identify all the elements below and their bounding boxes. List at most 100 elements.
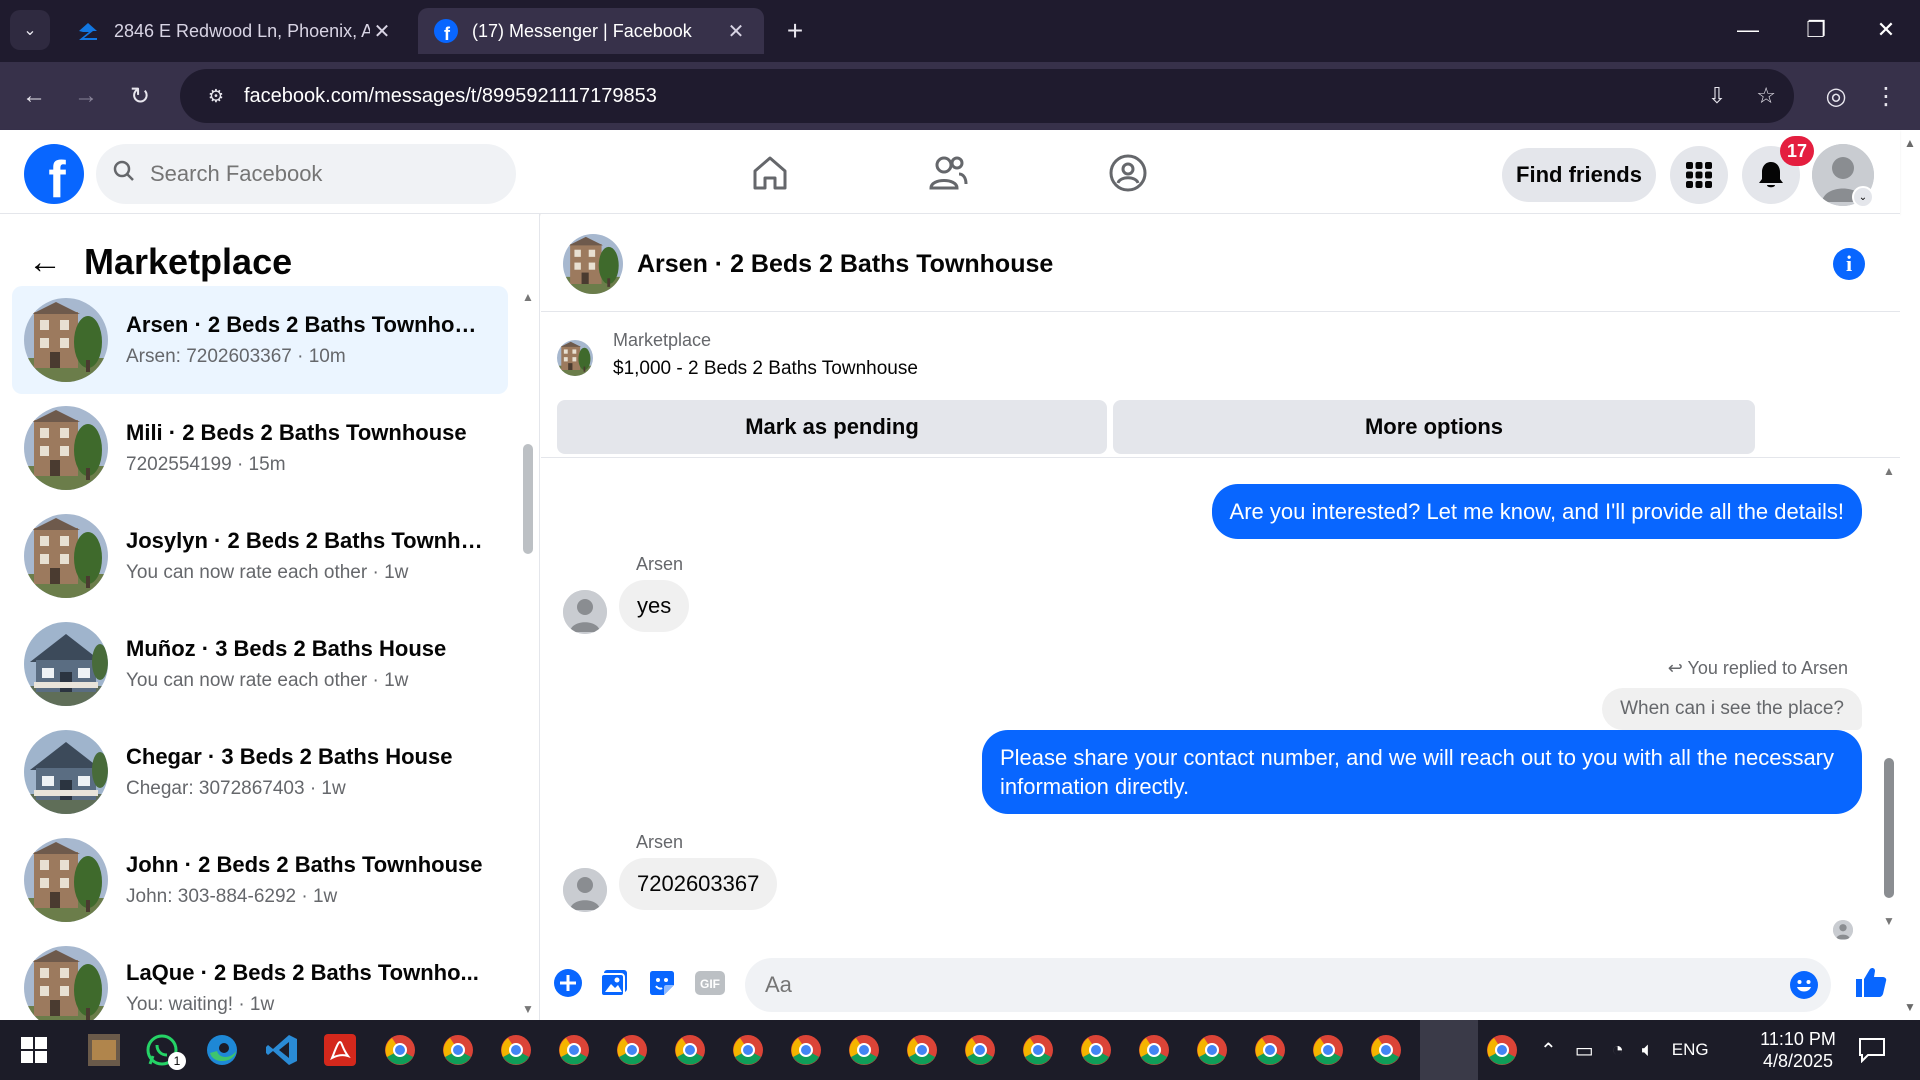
windows-start-icon[interactable] — [14, 1030, 54, 1070]
conversation-item[interactable]: Muñoz · 3 Beds 2 Baths House You can now … — [12, 610, 508, 718]
chrome-icon[interactable] — [1134, 1030, 1174, 1070]
incoming-message[interactable]: 7202603367 — [619, 858, 778, 910]
chrome-icon[interactable] — [844, 1030, 884, 1070]
listing-thumbnail[interactable] — [557, 340, 593, 376]
new-tab-button[interactable]: + — [778, 14, 812, 48]
chrome-icon[interactable] — [1308, 1030, 1348, 1070]
scroll-up-arrow[interactable]: ▲ — [522, 290, 534, 304]
conversation-item[interactable]: Mili · 2 Beds 2 Baths Townhouse 720255419… — [12, 394, 508, 502]
sender-avatar[interactable] — [563, 590, 607, 634]
reload-icon[interactable]: ↻ — [120, 76, 160, 116]
search-input[interactable] — [150, 161, 490, 187]
chat-scrollbar[interactable]: ▲ ▼ — [1879, 458, 1897, 928]
plus-circle-icon[interactable] — [551, 966, 585, 1000]
gif-icon[interactable]: GIF — [693, 966, 727, 1000]
page-scroll-down-arrow[interactable]: ▼ — [1900, 1000, 1920, 1020]
facebook-logo-icon[interactable]: f — [24, 144, 84, 204]
install-app-icon[interactable]: ⇩ — [1708, 83, 1726, 109]
chat-title[interactable]: Arsen · 2 Beds 2 Baths Townhouse — [637, 250, 1053, 279]
acrobat-icon[interactable] — [320, 1030, 360, 1070]
chrome-icon[interactable] — [1192, 1030, 1232, 1070]
vscode-icon[interactable] — [262, 1030, 302, 1070]
address-bar[interactable]: ⚙ facebook.com/messages/t/89959211171798… — [180, 69, 1794, 123]
scroll-down-arrow[interactable]: ▼ — [1883, 914, 1895, 928]
chrome-icon[interactable] — [1076, 1030, 1116, 1070]
chrome-icon[interactable] — [380, 1030, 420, 1070]
scroll-up-arrow[interactable]: ▲ — [1883, 464, 1895, 478]
conversation-item[interactable]: Chegar · 3 Beds 2 Baths House Chegar: 307… — [12, 718, 508, 826]
listing-thumbnail — [24, 730, 108, 814]
conversation-item[interactable]: John · 2 Beds 2 Baths Townhouse John: 303… — [12, 826, 508, 934]
chrome-icon[interactable] — [1250, 1030, 1290, 1070]
site-settings-icon[interactable]: ⚙ — [192, 86, 240, 107]
volume-icon[interactable]: 🔈︎ — [1642, 1039, 1654, 1062]
browser-tab-zillow[interactable]: 2846 E Redwood Ln, Phoenix, A ✕ — [60, 8, 410, 54]
browser-tab-messenger[interactable]: f (17) Messenger | Facebook ✕ — [418, 8, 764, 54]
menu-grid-icon[interactable] — [1670, 146, 1728, 204]
more-options-button[interactable]: More options — [1113, 400, 1755, 454]
groups-icon[interactable] — [1100, 148, 1156, 198]
chrome-icon[interactable] — [728, 1030, 768, 1070]
home-icon[interactable] — [742, 148, 798, 198]
sticker-icon[interactable] — [645, 966, 679, 1000]
app-thumbnail-icon[interactable] — [84, 1030, 124, 1070]
chrome-icon[interactable] — [902, 1030, 942, 1070]
facebook-search[interactable] — [96, 144, 516, 204]
thumbs-up-icon[interactable] — [1851, 962, 1891, 1002]
close-tab-icon[interactable]: ✕ — [724, 19, 748, 44]
chevron-up-icon[interactable]: ⌃ — [1540, 1038, 1557, 1063]
sender-avatar[interactable] — [563, 868, 607, 912]
scrollbar-thumb[interactable] — [1884, 758, 1894, 898]
conversation-item[interactable]: Josylyn · 2 Beds 2 Baths Townho... You ca… — [12, 502, 508, 610]
chrome-icon[interactable] — [1366, 1030, 1406, 1070]
forward-arrow-icon[interactable]: → — [66, 76, 106, 116]
battery-icon[interactable]: ▭ — [1575, 1038, 1594, 1063]
notification-center-icon[interactable] — [1852, 1030, 1892, 1070]
chrome-icon[interactable] — [786, 1030, 826, 1070]
friends-icon[interactable] — [920, 148, 976, 198]
chrome-icon[interactable] — [438, 1030, 478, 1070]
find-friends-button[interactable]: Find friends — [1502, 148, 1656, 202]
restore-button[interactable]: ❐ — [1786, 8, 1846, 52]
listing-title[interactable]: $1,000 - 2 Beds 2 Baths Townhouse — [613, 358, 918, 380]
browser-profile-icon[interactable]: ◎ — [1816, 76, 1856, 116]
chat-avatar[interactable] — [563, 234, 623, 294]
info-icon[interactable]: i — [1833, 248, 1865, 280]
language-indicator[interactable]: ENG — [1672, 1040, 1709, 1060]
page-scroll-up-arrow[interactable]: ▲ — [1900, 136, 1920, 156]
scroll-down-arrow[interactable]: ▼ — [522, 1002, 534, 1016]
incoming-message[interactable]: yes — [619, 580, 690, 632]
back-arrow-icon[interactable]: ← — [14, 76, 54, 116]
chrome-icon[interactable] — [612, 1030, 652, 1070]
close-tab-icon[interactable]: ✕ — [370, 19, 394, 44]
conversation-item[interactable]: Arsen · 2 Beds 2 Baths Townhouse Arsen: 7… — [12, 286, 508, 394]
bookmark-star-icon[interactable]: ☆ — [1756, 83, 1776, 109]
mark-as-pending-button[interactable]: Mark as pending — [557, 400, 1107, 454]
message-input-field[interactable] — [745, 958, 1831, 1012]
edge-icon[interactable] — [202, 1030, 242, 1070]
system-clock[interactable]: 11:10 PM 4/8/2025 — [1748, 1028, 1848, 1072]
chrome-icon[interactable] — [496, 1030, 536, 1070]
message-input[interactable] — [765, 972, 1765, 998]
photo-gallery-icon[interactable] — [597, 966, 631, 1000]
whatsapp-icon[interactable]: 1 — [142, 1030, 186, 1070]
outgoing-message[interactable]: Are you interested? Let me know, and I'l… — [1211, 484, 1862, 539]
scrollbar-thumb[interactable] — [523, 444, 533, 554]
tab-search-button[interactable]: ⌄ — [10, 10, 50, 50]
account-chevron-icon[interactable]: ⌄ — [1852, 186, 1874, 208]
back-arrow-icon[interactable]: ← — [28, 243, 68, 282]
replied-message-quote[interactable]: When can i see the place? — [1602, 688, 1862, 730]
chrome-icon[interactable] — [670, 1030, 710, 1070]
minimize-button[interactable]: — — [1718, 8, 1778, 52]
emoji-icon[interactable] — [1789, 970, 1819, 1000]
sidebar-scrollbar[interactable]: ▲ ▼ — [520, 286, 536, 1016]
browser-menu-icon[interactable]: ⋮ — [1866, 76, 1906, 116]
chrome-icon[interactable] — [1018, 1030, 1058, 1070]
chrome-icon[interactable] — [1482, 1030, 1522, 1070]
chrome-icon[interactable] — [960, 1030, 1000, 1070]
url-text[interactable]: facebook.com/messages/t/8995921117179853 — [244, 85, 657, 108]
outgoing-message[interactable]: Please share your contact number, and we… — [982, 730, 1862, 814]
wifi-icon[interactable]: ◔ — [1612, 1039, 1624, 1062]
chrome-icon[interactable] — [554, 1030, 594, 1070]
close-window-button[interactable]: ✕ — [1856, 8, 1916, 52]
